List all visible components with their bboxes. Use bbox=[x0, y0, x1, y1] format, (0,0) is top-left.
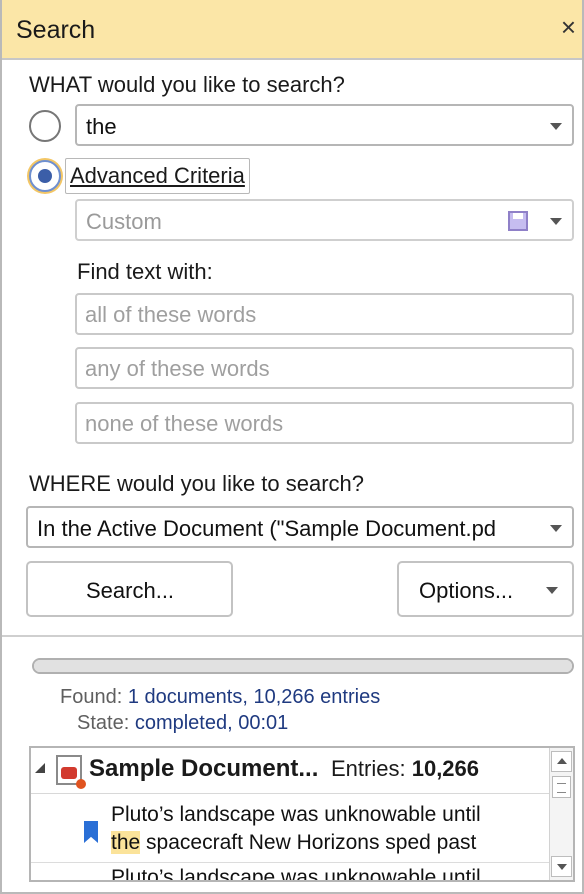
chevron-down-icon[interactable] bbox=[546, 587, 558, 594]
scroll-up-icon[interactable] bbox=[551, 751, 572, 772]
where-label: WHERE would you like to search? bbox=[29, 471, 365, 496]
all-words-field[interactable] bbox=[75, 293, 574, 335]
panel-title-bar: Search × bbox=[2, 0, 582, 60]
search-scope-combo[interactable]: In the Active Document ("Sample Document… bbox=[26, 506, 574, 548]
bookmark-icon bbox=[84, 821, 98, 843]
chevron-down-icon[interactable] bbox=[550, 218, 562, 225]
progress-fill bbox=[34, 660, 572, 672]
criteria-preset-value: Custom bbox=[86, 209, 162, 234]
snippet-highlight: the bbox=[111, 831, 141, 854]
entries-label: Entries: bbox=[331, 756, 406, 781]
search-scope-value: In the Active Document ("Sample Document… bbox=[37, 516, 497, 541]
expand-collapse-icon[interactable] bbox=[35, 763, 45, 773]
basic-search-combo[interactable]: the bbox=[75, 104, 574, 146]
pdf-document-icon bbox=[56, 755, 86, 789]
results-scrollbar[interactable] bbox=[549, 748, 573, 880]
search-results-tree[interactable]: Sample Document... Entries: 10,266 Pluto… bbox=[29, 746, 575, 882]
scrollbar-thumb[interactable] bbox=[552, 776, 571, 798]
result-snippet: Pluto’s landscape was unknowable until t… bbox=[111, 801, 551, 857]
options-button[interactable]: Options... bbox=[397, 561, 574, 617]
chevron-down-icon[interactable] bbox=[550, 525, 562, 532]
found-status: Found: 1 documents, 10,266 entries bbox=[60, 686, 380, 709]
search-panel: Search × WHAT would you like to search? … bbox=[0, 0, 584, 894]
any-words-field[interactable] bbox=[75, 347, 574, 389]
close-icon[interactable]: × bbox=[561, 12, 576, 43]
state-value: completed, 00:01 bbox=[134, 712, 289, 734]
advanced-criteria-label[interactable]: Advanced Criteria bbox=[65, 158, 250, 194]
panel-title: Search bbox=[16, 16, 96, 44]
search-button[interactable]: Search... bbox=[26, 561, 233, 617]
any-words-input[interactable] bbox=[85, 355, 565, 383]
result-entries: Entries: 10,266 bbox=[331, 756, 479, 782]
section-divider bbox=[2, 635, 582, 637]
advanced-criteria-radio[interactable] bbox=[29, 160, 61, 192]
all-words-input[interactable] bbox=[85, 301, 565, 329]
snippet-after: spacecraft New Horizons sped past bbox=[146, 831, 477, 854]
found-key: Found: bbox=[60, 686, 123, 708]
basic-search-value: the bbox=[86, 114, 117, 139]
basic-search-radio[interactable] bbox=[29, 110, 61, 142]
none-words-input[interactable] bbox=[85, 410, 565, 438]
find-text-label: Find text with: bbox=[77, 259, 213, 284]
result-entry-row[interactable]: Pluto’s landscape was unknowable until t… bbox=[31, 795, 551, 863]
chevron-down-icon[interactable] bbox=[550, 123, 562, 130]
result-document-name: Sample Document... bbox=[89, 755, 319, 782]
save-icon[interactable] bbox=[508, 211, 528, 231]
what-label: WHAT would you like to search? bbox=[29, 72, 345, 97]
snippet-before: Pluto’s landscape was unknowable until bbox=[111, 803, 481, 826]
result-document-row[interactable]: Sample Document... Entries: 10,266 bbox=[31, 748, 551, 794]
options-button-label: Options... bbox=[419, 578, 514, 603]
search-progress-bar bbox=[32, 658, 574, 674]
found-value: 1 documents, 10,266 entries bbox=[127, 686, 381, 708]
entries-count: 10,266 bbox=[411, 756, 480, 781]
search-button-label: Search... bbox=[86, 578, 175, 603]
criteria-preset-combo[interactable]: Custom bbox=[75, 199, 574, 241]
state-status: State: completed, 00:01 bbox=[77, 712, 288, 735]
scroll-down-icon[interactable] bbox=[551, 856, 572, 877]
state-key: State: bbox=[77, 712, 130, 734]
none-words-field[interactable] bbox=[75, 402, 574, 444]
result-next-snippet: Pluto’s landscape was unknowable until bbox=[111, 866, 481, 882]
